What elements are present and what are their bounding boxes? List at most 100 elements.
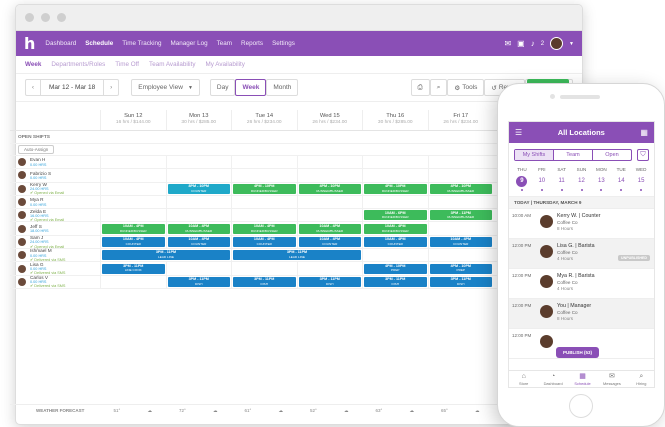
shift-cell[interactable]: 3PM - 11PM DISH	[165, 275, 232, 288]
shift-cell[interactable]	[165, 209, 232, 222]
shift-cell[interactable]: 10AM - 4PM RUNNER/BUSSER	[165, 222, 232, 235]
bottom-nav-schedule[interactable]: ▦ Schedule	[568, 371, 597, 387]
shift-cell[interactable]	[427, 195, 494, 209]
mobile-publish-button[interactable]: PUBLISH (53)	[556, 347, 600, 358]
nav-schedule[interactable]: Schedule	[85, 40, 113, 47]
list-item[interactable]: 10:00 AM Kerry W. | Counter Coffee Co 8 Hou…	[509, 209, 654, 239]
shift-cell[interactable]	[296, 262, 363, 275]
shift-block[interactable]: 4PM - 10PM PREP	[364, 263, 427, 274]
shift-block[interactable]: 10AM - 4PM RUNNER/BUSSER	[167, 223, 230, 234]
chevron-left-icon[interactable]: ‹	[26, 84, 40, 91]
shift-cell[interactable]	[296, 169, 363, 182]
nav-manager-log[interactable]: Manager Log	[171, 40, 208, 47]
week-day[interactable]: MON 13	[591, 167, 611, 191]
view-day-button[interactable]: Day	[209, 79, 236, 96]
shift-block[interactable]: 10AM - 4PM COUNTER	[102, 236, 165, 247]
shift-block[interactable]: 10AM - 6PM RUNNER/BUSSER	[364, 210, 427, 221]
employee-cell[interactable]: Fabrizio S 0.00 HRS	[10, 171, 100, 180]
shift-block[interactable]: 10AM - 4PM RUNNER/BUSSER	[364, 223, 427, 234]
tab-open[interactable]: Open	[592, 150, 631, 160]
shift-block[interactable]: 3PM - 11PM RUNNER/BUSSER	[429, 210, 492, 221]
shift-cell[interactable]	[362, 169, 428, 182]
shift-block[interactable]: 3PM - 11PM LEAD LINE	[102, 250, 230, 261]
subnav-time-off[interactable]: Time Off	[115, 61, 139, 68]
shift-cell[interactable]	[231, 195, 297, 209]
shift-block[interactable]: 4PM - 10PM RUNNER/BUSSER	[298, 183, 361, 194]
day-column-header[interactable]: Thu 16 30 hrs / $285.00	[362, 110, 428, 130]
shift-cell[interactable]: 8PM - 10PM COUNTER	[165, 182, 232, 195]
shift-cell[interactable]: 10AM - 4PM RUNNER/BUSSER	[231, 222, 297, 235]
tools-button[interactable]: ⚙ Tools	[447, 79, 485, 96]
shift-cell[interactable]	[165, 156, 232, 169]
list-item[interactable]: 12:00 PM Mya R. | Barista Coffee Co 4 Hours	[509, 269, 654, 299]
nav-time-tracking[interactable]: Time Tracking	[122, 40, 161, 47]
employee-cell[interactable]: Ishmael M 0.00 HRS ✔ Delivered via SMS	[10, 248, 100, 262]
shift-cell[interactable]	[296, 195, 363, 209]
shift-cell[interactable]	[231, 169, 297, 182]
shift-cell[interactable]: 10AM - 4PM COUNTER	[362, 235, 428, 249]
print-icon[interactable]: ⎙	[410, 79, 430, 96]
shift-block[interactable]: 3PM - 11PM DISH	[298, 276, 361, 287]
day-column-header[interactable]: Fri 17 26 hrs / $234.00	[427, 110, 494, 130]
calendar-icon[interactable]: ▦	[640, 128, 648, 137]
bottom-nav-messages[interactable]: ✉ Messages	[597, 371, 626, 387]
bottom-nav-store[interactable]: ⌂ Store	[509, 371, 538, 387]
shift-block[interactable]: 4PM - 10PM RUNNER/BUSSER	[233, 183, 296, 194]
shift-block[interactable]: 10AM - 4PM COUNTER	[364, 236, 427, 247]
shift-block[interactable]: 10AM - 4PM RUNNER/BUSSER	[298, 223, 361, 234]
auto-assign-button[interactable]: Auto-Assign	[18, 145, 55, 154]
shift-block[interactable]: 10AM - 4PM COUNTER	[298, 236, 361, 247]
shift-cell[interactable]	[362, 156, 428, 169]
phone-home-button[interactable]	[569, 394, 593, 418]
chevron-right-icon[interactable]: ›	[104, 84, 118, 91]
menu-icon[interactable]: ☰	[515, 128, 522, 137]
shift-block[interactable]: 10AM - 4PM COUNTER	[233, 236, 296, 247]
shift-cell[interactable]: 3PM - 11PM DISH	[231, 275, 297, 288]
list-item[interactable]: 12:00 PM Lisa G. | Barista Coffee Co 4 Hour…	[509, 239, 654, 269]
shift-cell[interactable]: 3PM - 11PM RUNNER/BUSSER	[427, 209, 494, 222]
shift-cell[interactable]: 10AM - 4PM COUNTER	[427, 235, 494, 249]
shift-block[interactable]: 8PM - 10PM COUNTER	[167, 183, 230, 194]
shift-cell[interactable]: 3PM - 11PM LEAD LINE	[231, 249, 362, 262]
employee-view-select[interactable]: Employee View ▼	[131, 79, 200, 96]
window-minimize-dot[interactable]	[41, 13, 50, 22]
mobile-title[interactable]: All Locations	[558, 128, 605, 137]
employee-cell[interactable]: Jeff S 18.00 HRS	[10, 224, 100, 233]
week-day[interactable]: THU 9	[512, 167, 532, 191]
shift-block[interactable]: 10AM - 4PM RUNNER/BUSSER	[233, 223, 296, 234]
shift-cell[interactable]: 3PM - 11PM DISH	[427, 275, 494, 288]
shift-cell[interactable]	[165, 262, 232, 275]
date-range-label[interactable]: Mar 12 - Mar 18	[40, 80, 105, 95]
subnav-week[interactable]: Week	[25, 61, 41, 68]
shift-cell[interactable]: 3PM - 11PM DISH	[296, 275, 363, 288]
shift-cell[interactable]: 4PM - 10PM PREP	[362, 262, 428, 275]
tab-team[interactable]: Team	[553, 150, 592, 160]
bottom-nav-hiring[interactable]: ⌕ Hiring	[627, 371, 654, 387]
shift-cell[interactable]: 10AM - 4PM RUNNER/BUSSER	[362, 222, 428, 235]
shift-cell[interactable]	[100, 275, 166, 288]
shift-cell[interactable]	[427, 249, 494, 262]
shift-block[interactable]: 3PM - 11PM LEAD LINE	[233, 250, 361, 261]
week-day[interactable]: SUN 12	[572, 167, 592, 191]
shift-block[interactable]: 10AM - 4PM COUNTER	[167, 236, 230, 247]
shift-cell[interactable]: 10AM - 4PM COUNTER	[296, 235, 363, 249]
employee-cell[interactable]: Carlos V 0.00 HRS ✔ Delivered via SMS	[10, 275, 100, 289]
shift-cell[interactable]	[427, 156, 494, 169]
shift-block[interactable]: 3PM - 11PM LINE COOK	[102, 263, 165, 274]
shift-cell[interactable]	[100, 209, 166, 222]
employee-cell[interactable]: Lisa G 0.00 HRS ✔ Delivered via SMS	[10, 262, 100, 276]
window-close-dot[interactable]	[25, 13, 34, 22]
shift-cell[interactable]: 4PM - 10PM RUNNER/BUSSER	[362, 182, 428, 195]
employee-cell[interactable]: Mya R 0.00 HRS	[10, 197, 100, 207]
nav-team[interactable]: Team	[217, 40, 232, 47]
shift-block[interactable]: 10AM - 4PM COUNTER	[429, 236, 492, 247]
shift-cell[interactable]	[427, 169, 494, 182]
subnav-departments-roles[interactable]: Departments/Roles	[51, 61, 105, 68]
filter-icon[interactable]: ⛉	[637, 149, 649, 161]
window-maximize-dot[interactable]	[57, 13, 66, 22]
shift-cell[interactable]: 4PM - 10PM RUNNER/BUSSER	[427, 182, 494, 195]
shift-cell[interactable]	[296, 209, 363, 222]
shift-cell[interactable]: 4PM - 10PM RUNNER/BUSSER	[231, 182, 297, 195]
tab-my-shifts[interactable]: My Shifts	[515, 150, 553, 160]
chevron-down-icon[interactable]: ▼	[569, 41, 574, 47]
